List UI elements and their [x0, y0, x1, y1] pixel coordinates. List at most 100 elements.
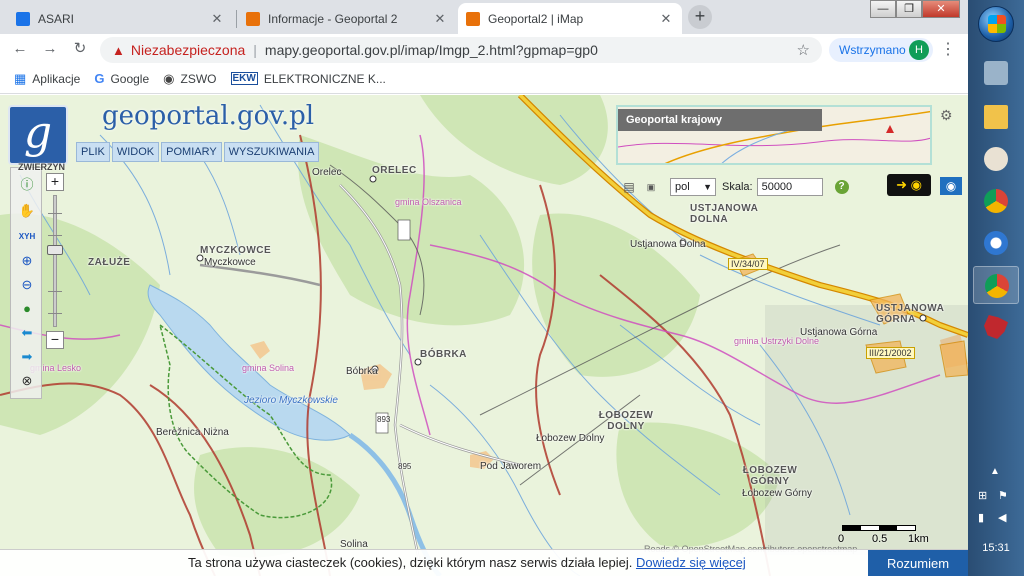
place-label: USTJANOWA GÓRNA	[876, 303, 945, 325]
cookie-text: Ta strona używa ciasteczek (cookies), dz…	[188, 555, 633, 570]
menu-widok[interactable]: WIDOK	[111, 142, 160, 162]
menu-wyszukiwania[interactable]: WYSZUKIWANIA	[223, 142, 320, 162]
preview-eye-button[interactable]: ➜ ◉	[887, 174, 931, 196]
road-number-label: 895	[398, 462, 412, 471]
zoom-slider[interactable]: + −	[44, 173, 66, 351]
settings-gear-icon[interactable]: ⚙	[940, 107, 953, 124]
window-close-button[interactable]: ✕	[922, 0, 960, 18]
map-viewport[interactable]: ORELEC Orelec MYCZKOWCE Myczkowce ZAŁUŻE…	[0, 95, 968, 576]
tab-close-icon[interactable]: ✕	[209, 11, 225, 27]
map-tools-panel: ⓘ ✋ XYH ⊕ ⊖ ● ⬅ ➡ ⊗	[10, 167, 42, 399]
language-select[interactable]: pol ▼	[670, 178, 716, 196]
zoom-in-tool-icon[interactable]: ⊕	[18, 252, 36, 270]
place-label: Łobozew Dolny	[536, 433, 605, 444]
scale-label: Skala:	[722, 181, 753, 193]
overview-title: Geoportal krajowy	[618, 109, 822, 131]
gmina-label: gmina Ustrzyki Dolne	[734, 336, 820, 346]
cookie-accept-button[interactable]: Rozumiem	[868, 550, 968, 576]
previous-view-arrow-icon[interactable]: ⬅	[18, 324, 36, 342]
bookmark-google[interactable]: G Google	[94, 71, 149, 86]
flag-icon[interactable]: ⚑	[998, 490, 1010, 502]
taskbar-item[interactable]	[973, 140, 1019, 178]
zoom-in-button[interactable]: +	[46, 173, 64, 191]
reload-icon[interactable]: ↻	[70, 39, 90, 59]
bookmark-label: Aplikacje	[32, 71, 81, 86]
security-status[interactable]: Niezabezpieczona	[131, 42, 245, 58]
power-icon[interactable]: ▮	[978, 512, 990, 524]
chrome-menu-icon[interactable]: ⋮	[940, 39, 956, 59]
zoom-out-tool-icon[interactable]: ⊖	[18, 276, 36, 294]
scale-input[interactable]: 50000	[756, 178, 823, 196]
tab-close-icon[interactable]: ✕	[658, 11, 674, 27]
tab-close-icon[interactable]: ✕	[432, 11, 448, 27]
place-label: Ustjanowa Dolna	[630, 239, 706, 250]
profile-paused-button[interactable]: Wstrzymano H	[829, 38, 933, 62]
menu-pomiary[interactable]: POMIARY	[161, 142, 222, 162]
xyh-coordinates-icon[interactable]: XYH	[18, 228, 36, 246]
zoom-tick	[48, 291, 62, 292]
print-icon[interactable]: ▤	[620, 179, 638, 195]
chevron-down-icon: ▼	[703, 182, 712, 192]
bookmark-zswo[interactable]: ◉ ZSWO	[163, 71, 216, 87]
bookmark-aplikacje[interactable]: ▦ Aplikacje	[14, 71, 80, 87]
address-bar[interactable]: ▲ Niezabezpieczona | mapy.geoportal.gov.…	[100, 37, 822, 63]
maximize-button[interactable]: ❐	[896, 0, 922, 18]
browser-tab-strip: ASARI ✕ Informacje - Geoportal 2 ✕ Geopo…	[0, 0, 968, 34]
taskbar-item-active[interactable]	[973, 266, 1019, 304]
taskbar-item[interactable]	[973, 98, 1019, 136]
place-label: Myczkowce	[204, 257, 256, 268]
volume-icon[interactable]: ◀	[998, 512, 1010, 524]
url-text[interactable]: mapy.geoportal.gov.pl/imap/Imgp_2.html?g…	[265, 42, 598, 58]
windows-taskbar: ▲ ⊞ ⚑ ▮ ◀ 15:31	[968, 0, 1024, 576]
menu-plik[interactable]: PLIK	[76, 142, 110, 162]
tab-informacje[interactable]: Informacje - Geoportal 2 ✕	[238, 3, 456, 34]
zoom-tick	[48, 213, 62, 214]
road-number-label: IV/34/07	[728, 258, 768, 270]
place-label: Orelec	[312, 167, 342, 178]
geoportal-favicon-icon	[466, 11, 480, 26]
clear-selection-icon[interactable]: ⊗	[18, 372, 36, 390]
pan-hand-icon[interactable]: ✋	[18, 202, 36, 220]
paint-taskbar-icon	[984, 147, 1008, 171]
help-icon[interactable]: ?	[834, 180, 849, 194]
taskbar-item[interactable]	[973, 224, 1019, 262]
scale-controls: ▤ ▣ pol ▼ Skala: 50000 ?	[616, 175, 932, 199]
overview-map[interactable]: Geoportal krajowy	[616, 105, 932, 165]
eye-icon[interactable]: ◉	[940, 177, 962, 195]
info-icon[interactable]: ⓘ	[18, 176, 36, 194]
zoom-slider-handle[interactable]	[47, 244, 63, 255]
zoom-out-button[interactable]: −	[46, 331, 64, 349]
bookmark-star-icon[interactable]: ☆	[797, 41, 810, 59]
next-view-arrow-icon[interactable]: ➡	[18, 348, 36, 366]
tab-geoportal-imap[interactable]: Geoportal2 | iMap ✕	[458, 3, 682, 34]
new-tab-button[interactable]: +	[688, 5, 712, 29]
full-extent-globe-icon[interactable]: ●	[18, 300, 36, 318]
profile-avatar: H	[909, 40, 929, 60]
minimize-button[interactable]: —	[870, 0, 896, 18]
zoom-level-label: ZWIERZYN	[18, 162, 65, 172]
taskbar-item[interactable]	[973, 308, 1019, 346]
taskbar-item[interactable]	[973, 54, 1019, 92]
scale-bar-label: 0.5	[872, 533, 888, 545]
tab-asari[interactable]: ASARI ✕	[8, 3, 233, 34]
cookie-learn-more-link[interactable]: Dowiedz się więcej	[636, 555, 746, 570]
taskbar-item[interactable]	[973, 182, 1019, 220]
tray-expand-icon[interactable]: ▲	[990, 466, 1000, 477]
profile-status-label: Wstrzymano	[839, 43, 906, 57]
cookie-message: Ta strona używa ciasteczek (cookies), dz…	[188, 555, 746, 570]
clock[interactable]: 15:31	[968, 542, 1024, 554]
bookmark-ekw[interactable]: EKW ELEKTRONICZNE K...	[230, 72, 386, 86]
warning-triangle-icon[interactable]: ▲	[112, 43, 125, 58]
back-arrow-icon[interactable]: ←	[10, 39, 30, 59]
tab-title: ASARI	[38, 11, 75, 26]
browser-toolbar: ← → ↻ ▲ Niezabezpieczona | mapy.geoporta…	[0, 34, 968, 64]
network-icon[interactable]: ⊞	[978, 490, 990, 502]
zoom-track[interactable]	[53, 195, 57, 327]
start-button[interactable]	[978, 6, 1014, 42]
geoportal-logo[interactable]: g	[8, 105, 68, 165]
map-layers-icon[interactable]: ▣	[642, 179, 660, 195]
bookmark-label: ZSWO	[180, 71, 217, 86]
forward-arrow-icon[interactable]: →	[40, 39, 60, 59]
chrome-taskbar-icon	[985, 274, 1009, 298]
apps-grid-icon: ▦	[14, 70, 27, 86]
